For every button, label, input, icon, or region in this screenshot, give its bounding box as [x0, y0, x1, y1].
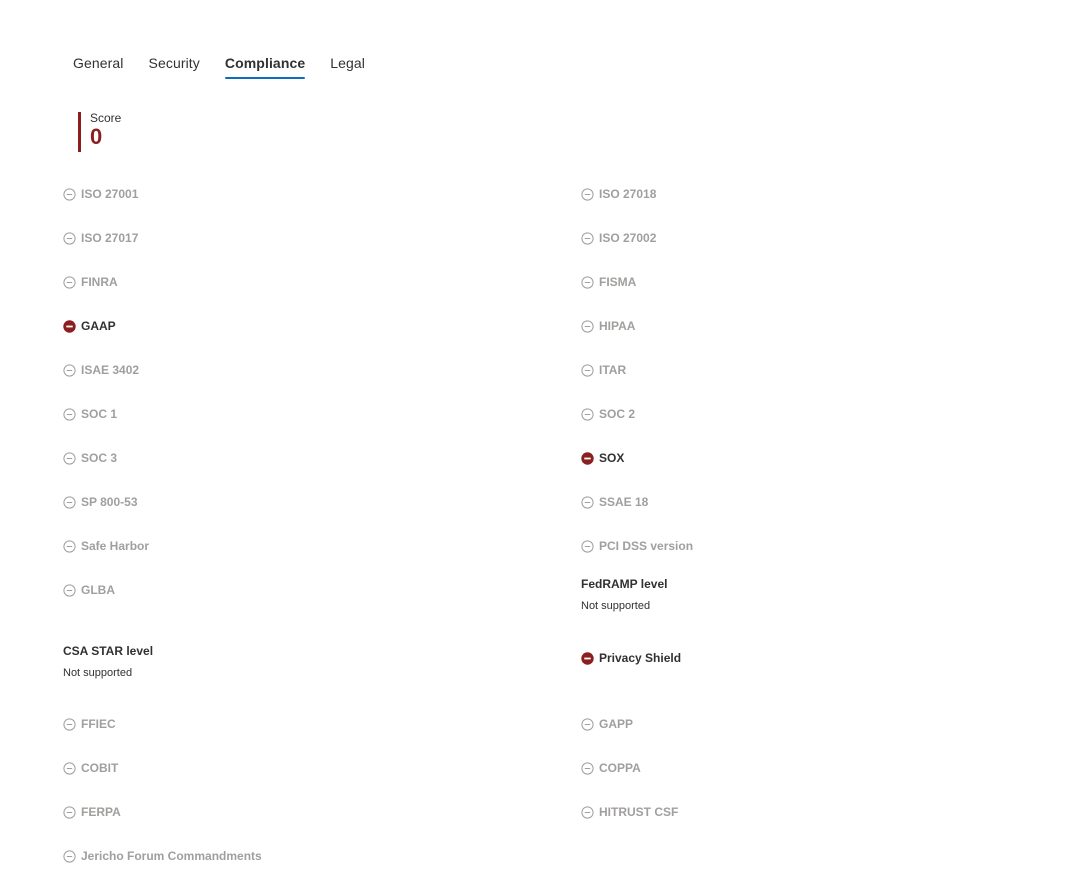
compliance-item-isae-3402: ISAE 3402 — [63, 362, 139, 378]
compliance-item-label: ITAR — [599, 363, 627, 377]
compliance-item-label: Safe Harbor — [81, 539, 150, 553]
compliance-item-label: ISO 27018 — [599, 187, 657, 201]
score-value: 0 — [90, 124, 103, 149]
csa-star-level: CSA STAR level Not supported — [63, 643, 153, 680]
compliance-item-label: FISMA — [599, 275, 637, 289]
compliance-item-label: COPPA — [599, 761, 641, 775]
tab-compliance[interactable]: Compliance — [224, 52, 306, 79]
compliance-item-fisma: FISMA — [581, 274, 636, 290]
compliance-item-label: ISO 27001 — [81, 187, 139, 201]
minus-circle-outline-icon — [581, 363, 594, 377]
compliance-item-label: ISO 27017 — [81, 231, 139, 245]
tab-legal[interactable]: Legal — [330, 52, 365, 79]
minus-circle-outline-icon — [581, 319, 594, 333]
compliance-item-iso-27001: ISO 27001 — [63, 186, 138, 202]
minus-circle-outline-icon — [581, 231, 594, 245]
compliance-item-label: GAPP — [599, 717, 634, 731]
compliance-item-gaap: GAAP — [63, 318, 116, 334]
fedramp-level: FedRAMP level Not supported — [581, 576, 667, 613]
csa-star-level-title: CSA STAR level — [63, 644, 154, 658]
compliance-item-label: ISAE 3402 — [81, 363, 140, 377]
minus-circle-outline-icon — [581, 717, 594, 731]
minus-circle-outline-icon — [63, 275, 76, 289]
compliance-item-soc-3: SOC 3 — [63, 450, 117, 466]
compliance-item-label: FINRA — [81, 275, 118, 289]
compliance-item-ferpa: FERPA — [63, 804, 121, 820]
minus-circle-outline-icon — [63, 539, 76, 553]
compliance-item-label: COBIT — [81, 761, 119, 775]
compliance-item-jericho-forum: Jericho Forum Commandments — [63, 848, 262, 864]
compliance-item-label: PCI DSS version — [599, 539, 694, 553]
compliance-item-label: HIPAA — [599, 319, 636, 333]
fedramp-level-value: Not supported — [581, 600, 651, 612]
csa-star-level-value: Not supported — [63, 667, 133, 679]
minus-circle-filled-icon — [581, 651, 594, 665]
minus-circle-outline-icon — [581, 275, 594, 289]
compliance-item-coppa: COPPA — [581, 760, 641, 776]
minus-circle-outline-icon — [581, 495, 594, 509]
compliance-item-soc-2: SOC 2 — [581, 406, 635, 422]
compliance-item-privacy-shield: Privacy Shield — [581, 650, 681, 666]
compliance-item-sox: SOX — [581, 450, 624, 466]
tab-security[interactable]: Security — [149, 52, 200, 79]
minus-circle-outline-icon — [63, 849, 76, 863]
compliance-item-safe-harbor: Safe Harbor — [63, 538, 149, 554]
compliance-item-label: SOC 1 — [81, 407, 118, 421]
minus-circle-outline-icon — [63, 717, 76, 731]
compliance-item-label: HITRUST CSF — [599, 805, 679, 819]
compliance-item-ssae-18: SSAE 18 — [581, 494, 648, 510]
compliance-item-label: FFIEC — [81, 717, 116, 731]
compliance-item-hipaa: HIPAA — [581, 318, 635, 334]
minus-circle-outline-icon — [63, 495, 76, 509]
compliance-item-label: Jericho Forum Commandments — [81, 849, 262, 863]
compliance-item-iso-27002: ISO 27002 — [581, 230, 656, 246]
compliance-item-label: SSAE 18 — [599, 495, 649, 509]
minus-circle-outline-icon — [581, 539, 594, 553]
compliance-item-label: GAAP — [81, 319, 116, 333]
compliance-item-label: GLBA — [81, 583, 115, 597]
minus-circle-outline-icon — [581, 407, 594, 421]
minus-circle-outline-icon — [581, 761, 594, 775]
minus-circle-outline-icon — [63, 231, 76, 245]
minus-circle-outline-icon — [63, 451, 76, 465]
compliance-item-label: Privacy Shield — [599, 651, 682, 665]
tab-list: General Security Compliance Legal — [73, 52, 390, 79]
fedramp-level-title: FedRAMP level — [581, 577, 668, 591]
compliance-item-sp-800-53: SP 800-53 — [63, 494, 138, 510]
minus-circle-outline-icon — [63, 805, 76, 819]
minus-circle-filled-icon — [581, 451, 594, 465]
compliance-item-label: SOC 3 — [81, 451, 118, 465]
compliance-item-label: SOX — [599, 451, 625, 465]
score-block: Score 0 — [78, 112, 121, 152]
compliance-item-glba: GLBA — [63, 582, 115, 598]
minus-circle-outline-icon — [63, 761, 76, 775]
compliance-item-itar: ITAR — [581, 362, 626, 378]
compliance-item-iso-27018: ISO 27018 — [581, 186, 656, 202]
compliance-item-cobit: COBIT — [63, 760, 118, 776]
compliance-item-label: FERPA — [81, 805, 121, 819]
tab-general[interactable]: General — [73, 52, 124, 79]
minus-circle-outline-icon — [581, 805, 594, 819]
minus-circle-outline-icon — [63, 187, 76, 201]
compliance-item-label: ISO 27002 — [599, 231, 657, 245]
minus-circle-outline-icon — [581, 187, 594, 201]
compliance-item-label: SP 800-53 — [81, 495, 138, 509]
compliance-item-iso-27017: ISO 27017 — [63, 230, 138, 246]
compliance-item-label: SOC 2 — [599, 407, 636, 421]
minus-circle-outline-icon — [63, 407, 76, 421]
compliance-item-hitrust-csf: HITRUST CSF — [581, 804, 678, 820]
minus-circle-filled-icon — [63, 319, 76, 333]
minus-circle-outline-icon — [63, 583, 76, 597]
minus-circle-outline-icon — [63, 363, 76, 377]
compliance-item-soc-1: SOC 1 — [63, 406, 117, 422]
compliance-item-pci-dss: PCI DSS version — [581, 538, 693, 554]
compliance-item-finra: FINRA — [63, 274, 118, 290]
compliance-item-gapp: GAPP — [581, 716, 633, 732]
compliance-item-ffiec: FFIEC — [63, 716, 116, 732]
